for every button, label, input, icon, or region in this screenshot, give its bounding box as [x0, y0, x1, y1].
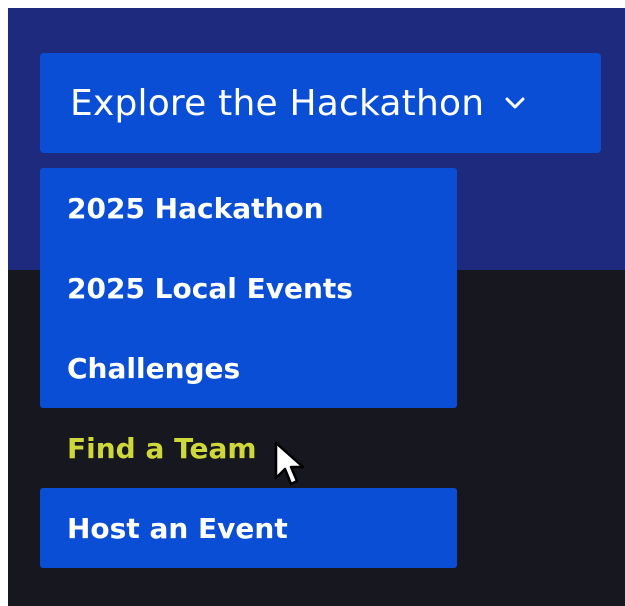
menu-item-label: 2025 Hackathon [67, 191, 324, 225]
menu-item-label: 2025 Local Events [67, 271, 353, 305]
menu-item-challenges[interactable]: Challenges [40, 328, 457, 408]
menu-item-label: Find a Team [67, 431, 257, 465]
mouse-pointer-icon [274, 441, 305, 486]
menu-item-host-an-event[interactable]: Host an Event [40, 488, 457, 568]
menu-item-label: Host an Event [67, 511, 288, 545]
page: Explore the Hackathon 2025 Hackathon 202… [8, 8, 625, 606]
menu-item-find-a-team[interactable]: Find a Team [40, 408, 457, 488]
explore-dropdown-menu: 2025 Hackathon 2025 Local Events Challen… [40, 168, 457, 568]
menu-item-2025-hackathon[interactable]: 2025 Hackathon [40, 168, 457, 248]
explore-hackathon-label: Explore the Hackathon [70, 82, 485, 124]
menu-item-label: Challenges [67, 351, 241, 385]
chevron-down-icon [505, 97, 525, 109]
menu-item-2025-local-events[interactable]: 2025 Local Events [40, 248, 457, 328]
explore-hackathon-button[interactable]: Explore the Hackathon [40, 53, 601, 153]
